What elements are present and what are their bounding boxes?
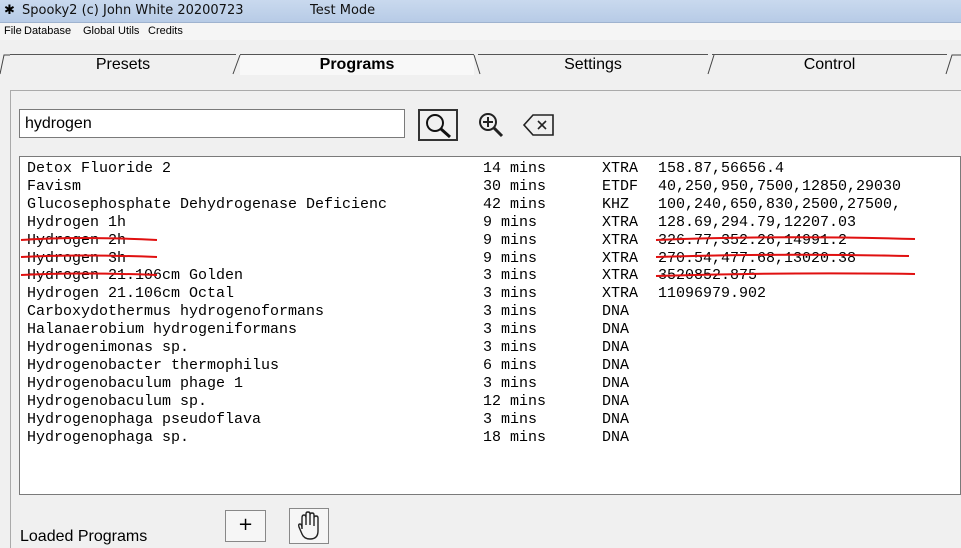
search-input[interactable] (19, 109, 405, 138)
program-row[interactable]: Halanaerobium hydrogeniformans 3 mins DNA (27, 321, 960, 339)
program-frequencies: 40,250,950,7500,12850,29030 (658, 177, 902, 195)
program-type: DNA (602, 321, 630, 339)
program-type: KHZ (602, 195, 630, 213)
program-type: DNA (602, 303, 630, 321)
program-frequencies: 270.54,477.68,13020.38 (658, 249, 857, 267)
program-name: Carboxydothermus hydrogenoformans (27, 303, 325, 321)
backspace-icon (522, 114, 554, 136)
program-name: Glucosephosphate Dehydrogenase Deficienc (27, 195, 388, 213)
program-duration: 30 mins (483, 177, 547, 195)
program-duration: 6 mins (483, 356, 538, 374)
program-name: Detox Fluoride 2 (27, 160, 172, 177)
tab-dividers (0, 54, 961, 75)
program-type: DNA (602, 392, 630, 410)
menu-global[interactable]: Global (83, 25, 115, 37)
menu-utils[interactable]: Utils (118, 25, 139, 37)
program-name: Hydrogenobaculum sp. (27, 392, 208, 410)
program-frequencies: 128.69,294.79,12207.03 (658, 213, 857, 231)
program-type: DNA (602, 356, 630, 374)
program-duration: 3 mins (483, 374, 538, 392)
menu-credits[interactable]: Credits (148, 25, 183, 37)
program-type: XTRA (602, 231, 639, 249)
program-row[interactable]: Hydrogenobaculum phage 1 3 mins DNA (27, 374, 960, 392)
program-row[interactable]: Glucosephosphate Dehydrogenase Deficienc… (27, 195, 960, 213)
program-name: Hydrogen 21.106cm Octal (27, 285, 235, 303)
program-name: Halanaerobium hydrogeniformans (27, 321, 298, 339)
program-row[interactable]: Favism 30 mins ETDF 40,250,950,7500,12850,2… (27, 177, 960, 195)
program-row[interactable]: Hydrogen 21.106cm Golden 3 mins XTRA 352085… (27, 267, 960, 285)
menu-database[interactable]: Database (24, 25, 71, 37)
program-type: DNA (602, 428, 630, 446)
program-name: Hydrogen 2h (27, 231, 127, 249)
zoom-in-button[interactable] (475, 109, 506, 141)
spider-icon: ✱ (4, 3, 15, 18)
program-name: Hydrogenobacter thermophilus (27, 356, 280, 374)
program-row[interactable]: Detox Fluoride 2 14 mins XTRA 158.87,56656.… (27, 160, 960, 177)
program-row[interactable]: Hydrogen 21.106cm Octal 3 mins XTRA 1109697… (27, 285, 960, 303)
program-duration: 3 mins (483, 303, 538, 321)
program-duration: 9 mins (483, 231, 538, 249)
search-button[interactable] (418, 109, 458, 141)
hand-icon (297, 511, 319, 540)
program-row[interactable]: Hydrogen 3h 9 mins XTRA 270.54,477.68,13020… (27, 249, 960, 267)
program-name: Hydrogenophaga pseudoflava (27, 410, 262, 428)
program-name: Hydrogen 1h (27, 213, 127, 231)
program-duration: 12 mins (483, 392, 547, 410)
clear-search-button[interactable] (521, 109, 557, 141)
magnifier-icon (426, 114, 451, 139)
program-frequencies: 100,240,650,830,2500,27500, (658, 195, 902, 213)
program-row[interactable]: Hydrogenophaga pseudoflava 3 mins DNA (27, 410, 960, 428)
program-name: Hydrogen 21.106cm Golden (27, 267, 244, 285)
loaded-programs-label: Loaded Programs (20, 528, 148, 545)
program-name: Hydrogen 3h (27, 249, 127, 267)
program-name: Hydrogenophaga sp. (27, 428, 190, 446)
program-type: XTRA (602, 285, 639, 303)
program-type: DNA (602, 374, 630, 392)
program-name: Hydrogenobaculum phage 1 (27, 374, 244, 392)
program-duration: 14 mins (483, 160, 547, 177)
program-duration: 9 mins (483, 213, 538, 231)
program-type: XTRA (602, 267, 639, 285)
hand-button[interactable] (289, 508, 329, 544)
program-name: Hydrogenimonas sp. (27, 339, 190, 356)
program-row[interactable]: Hydrogen 1h 9 mins XTRA 128.69,294.79,12207… (27, 213, 960, 231)
program-type: XTRA (602, 160, 639, 177)
program-type: XTRA (602, 213, 639, 231)
program-type: DNA (602, 339, 630, 356)
zoom-in-icon (479, 113, 504, 138)
add-program-button[interactable]: + (225, 510, 266, 542)
program-duration: 3 mins (483, 410, 538, 428)
program-duration: 3 mins (483, 285, 538, 303)
program-row[interactable]: Carboxydothermus hydrogenoformans 3 mins D… (27, 303, 960, 321)
program-duration: 42 mins (483, 195, 547, 213)
program-name: Favism (27, 177, 82, 195)
window-title: Spooky2 (c) John White 20200723 (22, 3, 244, 18)
program-duration: 18 mins (483, 428, 547, 446)
program-frequencies: 11096979.902 (658, 285, 767, 303)
mode-label: Test Mode (310, 3, 376, 18)
program-duration: 9 mins (483, 249, 538, 267)
program-row[interactable]: Hydrogenophaga sp. 18 mins DNA (27, 428, 960, 446)
tab-strip: Presets Programs Settings Control (0, 54, 961, 75)
menu-file[interactable]: File (4, 25, 22, 37)
title-bar: ✱ Spooky2 (c) John White 20200723 Test M… (0, 0, 961, 23)
menu-bar: File Database Global Utils Credits (0, 23, 961, 40)
program-list[interactable]: Detox Fluoride 2 14 mins XTRA 158.87,56656.… (19, 156, 961, 495)
program-row[interactable]: Hydrogenobacter thermophilus 6 mins DNA (27, 356, 960, 374)
program-duration: 3 mins (483, 321, 538, 339)
program-row[interactable]: Hydrogenobaculum sp. 12 mins DNA (27, 392, 960, 410)
program-row[interactable]: Hydrogen 2h 9 mins XTRA 326.77,352.26,14991… (27, 231, 960, 249)
program-duration: 3 mins (483, 339, 538, 356)
program-type: ETDF (602, 177, 639, 195)
program-frequencies: 158.87,56656.4 (658, 160, 785, 177)
program-frequencies: 3520852.875 (658, 267, 758, 285)
program-row[interactable]: Hydrogenimonas sp. 3 mins DNA (27, 339, 960, 356)
program-duration: 3 mins (483, 267, 538, 285)
program-type: XTRA (602, 249, 639, 267)
program-frequencies: 326.77,352.26,14991.2 (658, 231, 848, 249)
program-type: DNA (602, 410, 630, 428)
